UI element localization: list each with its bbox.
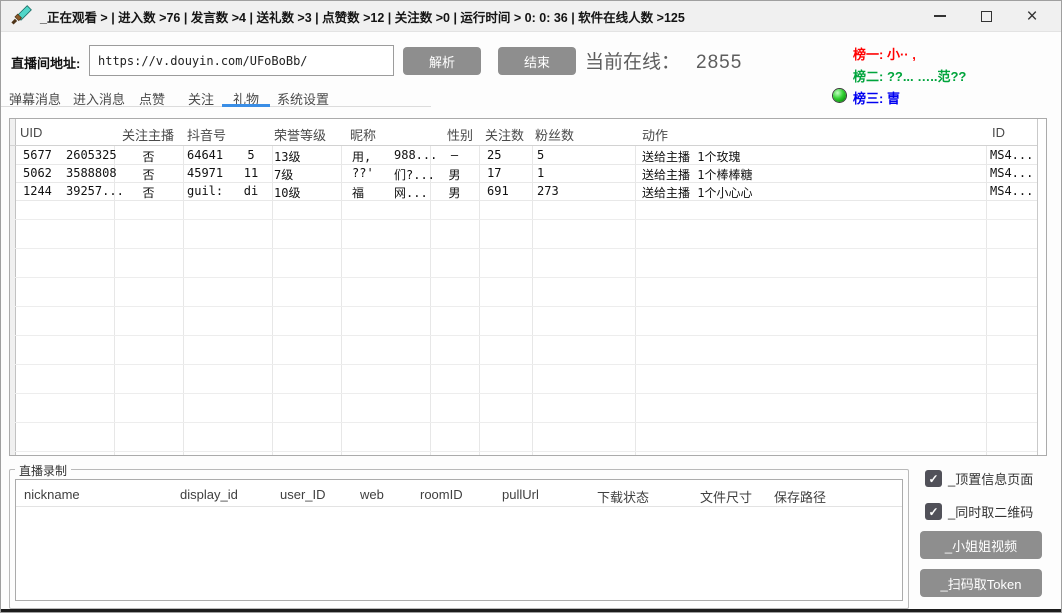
room-url-label: 直播间地址: xyxy=(11,53,80,72)
pin-info-checkbox[interactable]: ✓ xyxy=(925,470,942,487)
col-followed: 关注主播 xyxy=(122,125,174,144)
rcol-download-status: 下载状态 xyxy=(597,487,649,506)
minimize-button[interactable] xyxy=(917,1,963,31)
qr-checkbox[interactable]: ✓ xyxy=(925,503,942,520)
parse-button[interactable]: 解析 xyxy=(403,47,481,75)
rcol-nickname: nickname xyxy=(24,487,80,502)
online-counter: 当前在线： 2855 xyxy=(585,47,742,74)
rcol-user-id: user_ID xyxy=(280,487,326,502)
window-bottom-edge xyxy=(1,609,1061,612)
scan-token-button[interactable]: _扫码取Token xyxy=(920,569,1042,597)
maximize-icon xyxy=(981,11,992,22)
col-honor-level: 荣誉等级 xyxy=(274,125,326,144)
girl-video-button[interactable]: _小姐姐视频 xyxy=(920,531,1042,559)
rcol-room-id: roomID xyxy=(420,487,463,502)
col-id: ID xyxy=(992,125,1005,140)
online-label: 当前在线： xyxy=(585,52,680,73)
close-button[interactable]: × xyxy=(1009,1,1055,31)
room-url-input[interactable] xyxy=(89,45,394,76)
app-window: _正在观看 > | 进入数 >76 | 发言数 >4 | 送礼数 >3 | 点赞… xyxy=(0,0,1062,613)
online-count: 2855 xyxy=(696,52,742,73)
rank-3-label: 榜三: 曺 xyxy=(853,88,900,107)
title-bar: _正在观看 > | 进入数 >76 | 发言数 >4 | 送礼数 >3 | 点赞… xyxy=(1,1,1061,32)
end-button[interactable]: 结束 xyxy=(498,47,576,75)
col-fan-count: 粉丝数 xyxy=(535,125,574,144)
col-uid: UID xyxy=(20,125,42,140)
rcol-file-size: 文件尺寸 xyxy=(700,487,752,506)
col-nickname: 昵称 xyxy=(350,125,376,144)
maximize-button[interactable] xyxy=(963,1,1009,31)
table-row[interactable]: 124439257... 否 guil:di 10级 福网... 男 691 2… xyxy=(16,182,1037,201)
col-douyin-id: 抖音号 xyxy=(187,125,226,144)
col-gender: 性别 xyxy=(447,125,473,144)
col-action: 动作 xyxy=(642,125,668,144)
window-controls: × xyxy=(917,1,1055,31)
record-table: nickname display_id user_ID web roomID p… xyxy=(15,479,903,601)
diamond-sword-icon xyxy=(10,5,32,27)
table-row[interactable]: 50623588808 否 4597111 7级 ??'们?... 男 17 1… xyxy=(16,164,1037,183)
qr-label: _同时取二维码 xyxy=(948,502,1033,521)
record-header-separator xyxy=(16,506,902,507)
rcol-save-path: 保存路径 xyxy=(774,487,826,506)
rcol-pull-url: pullUrl xyxy=(502,487,539,502)
qr-option: ✓ _同时取二维码 xyxy=(925,502,1033,521)
record-legend: 直播录制 xyxy=(15,462,71,479)
window-title: _正在观看 > | 进入数 >76 | 发言数 >4 | 送礼数 >3 | 点赞… xyxy=(40,7,685,26)
gift-table: UID 关注主播 抖音号 荣誉等级 昵称 性别 关注数 粉丝数 动作 ID 56… xyxy=(9,118,1047,456)
col-follow-count: 关注数 xyxy=(485,125,524,144)
empty-grid-rows xyxy=(15,200,1037,454)
tabs-baseline xyxy=(1,106,431,107)
scrollbar-track[interactable] xyxy=(1037,119,1038,455)
table-row[interactable]: 56772605325 否 646415 13级 用,988... – 25 5… xyxy=(16,146,1037,165)
pin-info-label: _顶置信息页面 xyxy=(948,469,1033,488)
close-icon: × xyxy=(1026,7,1037,26)
green-ball-icon xyxy=(833,89,846,102)
minimize-icon xyxy=(934,15,946,17)
rank-1-label: 榜一: 小·· , xyxy=(853,44,916,63)
active-tab-underline xyxy=(222,104,270,107)
rcol-web: web xyxy=(360,487,384,502)
rcol-display-id: display_id xyxy=(180,487,238,502)
pin-info-option: ✓ _顶置信息页面 xyxy=(925,469,1033,488)
rank-2-label: 榜二: ??... …..范?? xyxy=(853,66,966,85)
